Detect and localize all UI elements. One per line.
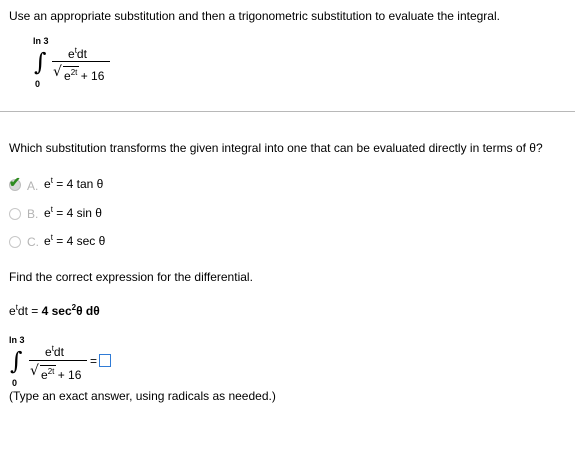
numerator-base: e [68,47,75,61]
question-text: Which substitution transforms the given … [9,141,543,155]
numerator-dt: dt [76,47,87,61]
option-c-rest: = 4 sec θ [56,234,106,248]
radicand-base: e [64,69,71,83]
instruction-text: Use an appropriate substitution and then… [9,9,500,23]
differential-answer-value: 4 sec2θ dθ [41,303,100,318]
radicand-exponent-bottom: 2t [47,367,55,376]
answer-dtheta: θ dθ [76,304,100,318]
differential-lhs-base: e [9,304,16,318]
option-c-base: e [44,234,51,248]
radical-overline-bottom [40,365,56,366]
option-c-letter: C. [27,235,39,249]
radicand-base-bottom: e [41,368,48,382]
option-a-exponent: t [50,176,53,185]
radical-sign-bottom: √ [30,363,39,379]
radical-overline [63,66,79,67]
radio-c[interactable] [9,236,21,248]
denominator-bottom: e2t + 16 [41,367,81,382]
hint-text: (Type an exact answer, using radicals as… [9,389,276,403]
fraction-bar-bottom [29,360,87,361]
equals-sign: = [90,354,98,368]
option-c-label: et = 4 sec θ [44,233,105,248]
radicand-plus-16: + 16 [80,69,105,83]
numerator: etdt [68,46,87,61]
differential-answer: etdt = 4 sec2θ dθ [9,303,100,318]
answer-input-box[interactable] [99,354,111,367]
numerator-bottom: etdt [45,344,64,359]
check-icon: ✔ [9,174,21,190]
option-c-exponent: t [50,233,53,242]
section-divider [0,111,575,112]
option-b-rest: = 4 sin θ [56,206,102,220]
upper-limit-bottom: ln 3 [9,335,25,345]
radicand-plus-16-bottom: + 16 [57,368,82,382]
answer-sec: 4 sec [41,304,72,318]
lower-limit: 0 [35,79,41,89]
radical-sign: √ [53,64,62,80]
option-a-letter: A. [27,179,39,193]
denominator: e2t + 16 [64,68,104,83]
integral-sign: ∫ [34,48,47,76]
numerator-base-bottom: e [45,345,52,359]
fraction-bar [52,61,110,62]
numerator-dt-bottom: dt [53,345,64,359]
radio-b[interactable] [9,208,21,220]
option-b-label: et = 4 sin θ [44,205,102,220]
option-b-letter: B. [27,207,39,221]
option-b-exponent: t [50,205,53,214]
option-a-base: e [44,177,51,191]
option-a-label: et = 4 tan θ [44,176,103,191]
differential-prompt: Find the correct expression for the diff… [9,270,253,284]
lower-limit-bottom: 0 [12,378,18,388]
integral-sign-bottom: ∫ [10,347,23,375]
option-a-rest: = 4 tan θ [56,177,104,191]
radicand-exponent: 2t [70,68,78,77]
upper-limit: ln 3 [33,36,49,46]
differential-lhs-suffix: dt = [17,304,39,318]
option-b-base: e [44,206,51,220]
